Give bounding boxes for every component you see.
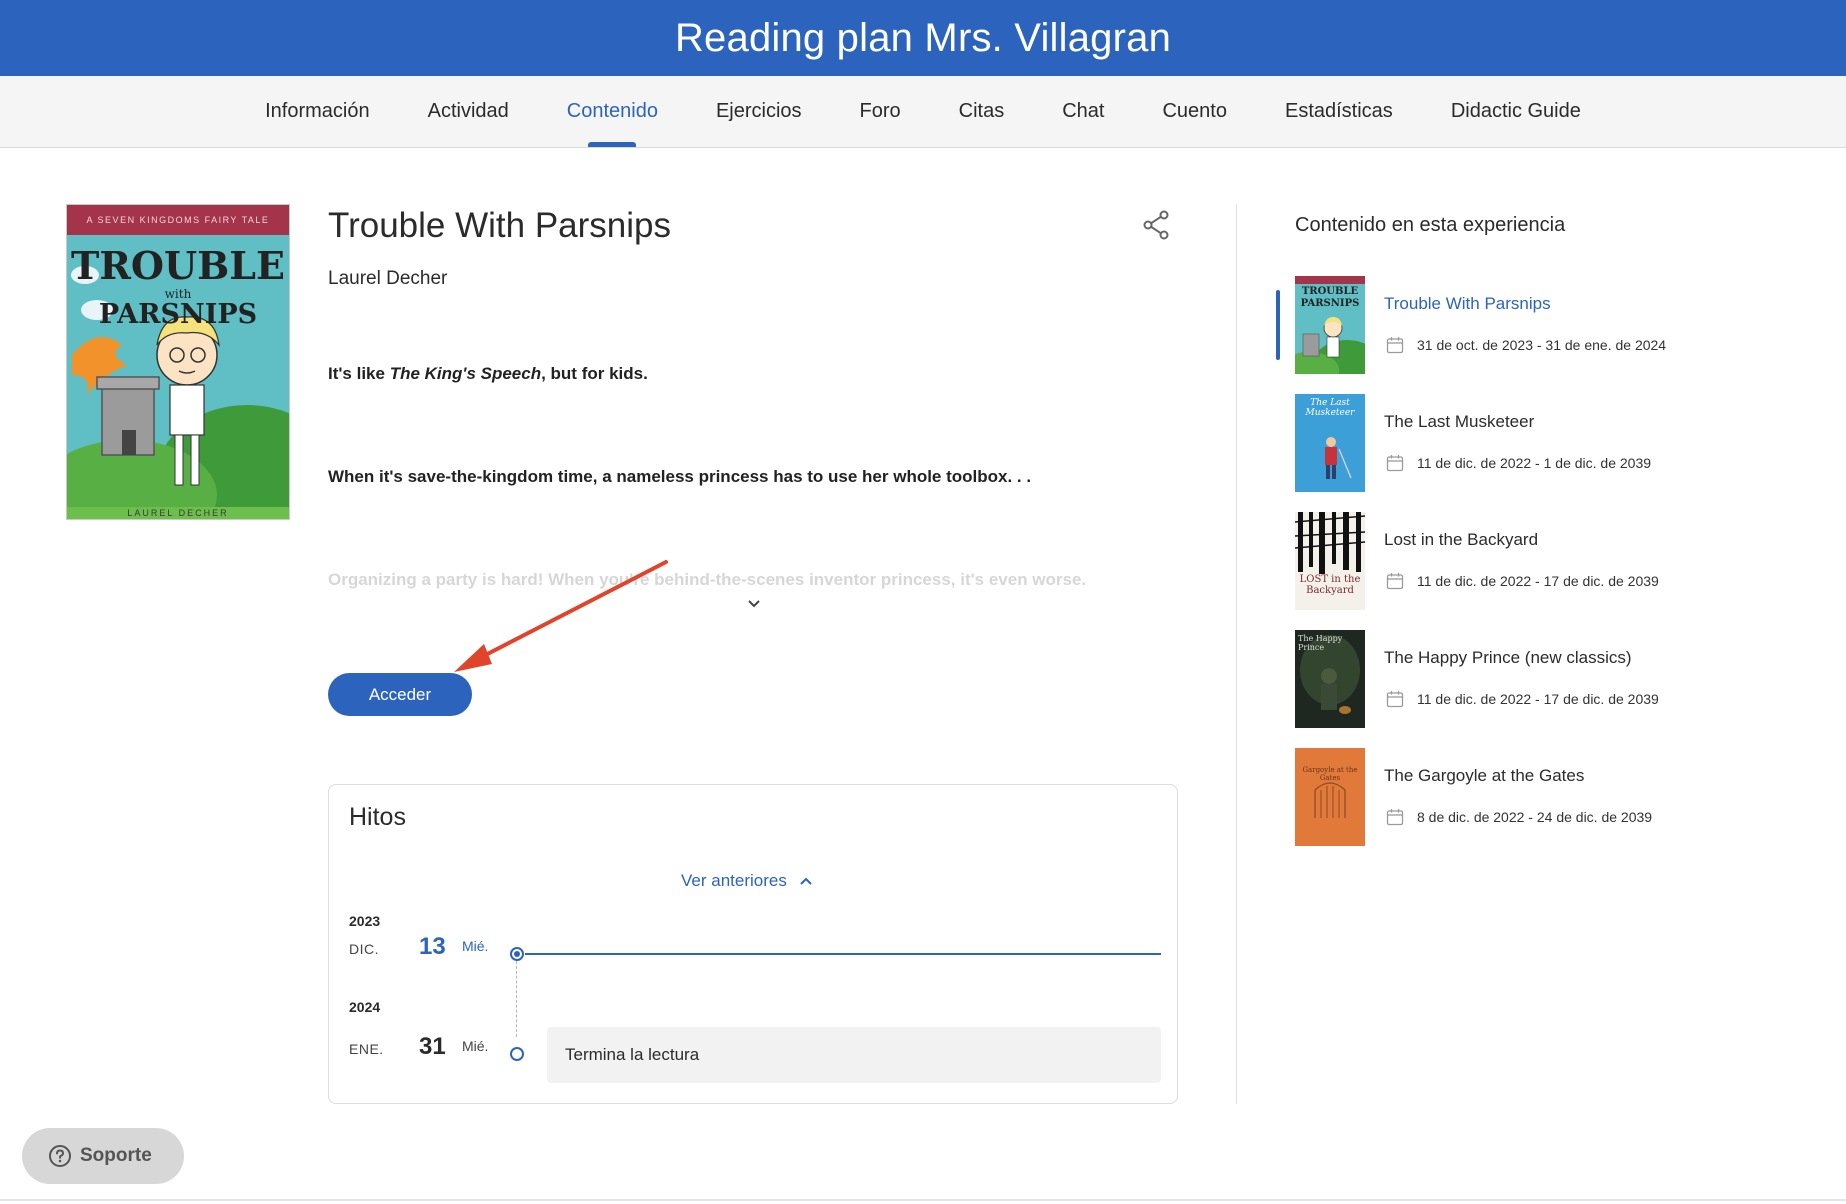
book-author: Laurel Decher (328, 268, 448, 289)
milestones-card: Hitos Ver anteriores 2023 DIC. 13 Mié. 2… (328, 784, 1178, 1104)
book-description-line-2: When it's save-the-kingdom time, a namel… (328, 467, 1032, 486)
tab-informacion[interactable]: Información (236, 76, 399, 147)
calendar-icon (1386, 809, 1404, 826)
thumbnail-title: The Last Musketeer (1305, 398, 1355, 418)
milestone-month: ENE. (349, 1041, 384, 1057)
content-item-title: Lost in the Backyard (1384, 530, 1539, 549)
content-thumbnail: The Last Musketeer (1295, 394, 1365, 492)
calendar-icon (1386, 573, 1404, 590)
sidebar-title: Contenido en esta experiencia (1295, 214, 1566, 236)
thumbnail-title: Gargoyle at the Gates (1302, 766, 1358, 782)
tab-cuento[interactable]: Cuento (1133, 76, 1256, 147)
content-item-dates: 8 de dic. de 2022 - 24 de dic. de 2039 (1417, 809, 1653, 825)
support-label: Soporte (80, 1145, 152, 1166)
active-indicator (1276, 290, 1280, 360)
show-previous-link[interactable]: Ver anteriores (681, 871, 813, 891)
content-thumbnail: LOST in the Backyard (1295, 512, 1365, 610)
content-item-dates: 31 de oct. de 2023 - 31 de ene. de 2024 (1417, 337, 1667, 353)
milestone-day: 31 (419, 1033, 446, 1060)
content-item-dates: 11 de dic. de 2022 - 17 de dic. de 2039 (1417, 573, 1659, 589)
milestone-current-marker (510, 947, 524, 961)
content-item-dates: 11 de dic. de 2022 - 1 de dic. de 2039 (1417, 455, 1652, 471)
support-button[interactable]: Soporte (22, 1128, 184, 1184)
content-item-title: The Last Musketeer (1384, 412, 1535, 431)
tab-didactic-guide[interactable]: Didactic Guide (1422, 76, 1610, 147)
timeline-current-line (525, 953, 1161, 955)
timeline-connector (516, 961, 517, 1037)
help-icon (49, 1145, 71, 1167)
tab-ejercicios[interactable]: Ejercicios (687, 76, 831, 147)
content-item-title: Trouble With Parsnips (1384, 294, 1551, 313)
milestone-month: DIC. (349, 941, 379, 957)
access-button[interactable]: Acceder (328, 673, 472, 716)
milestone-weekday: Mié. (462, 938, 489, 954)
content-item-lost-in-the-backyard[interactable]: LOST in the Backyard Lost in the Backyar… (1276, 512, 1716, 630)
cover-title-line1: TROUBLE (71, 243, 285, 288)
milestone-day: 13 (419, 933, 446, 960)
tab-foro[interactable]: Foro (831, 76, 930, 147)
book-cover: A SEVEN KINGDOMS FAIRY TALE TROUBLE with… (66, 204, 290, 520)
column-divider (1236, 204, 1237, 1104)
book-description-line-1: It's like The King's Speech, but for kid… (328, 364, 648, 383)
content-item-trouble-with-parsnips[interactable]: TROUBLE PARSNIPS Trouble With Parsnips 3… (1276, 276, 1716, 394)
thumbnail-title: TROUBLE PARSNIPS (1300, 286, 1360, 309)
calendar-icon (1386, 455, 1404, 472)
content-list: TROUBLE PARSNIPS Trouble With Parsnips 3… (1276, 276, 1716, 866)
tab-estadisticas[interactable]: Estadísticas (1256, 76, 1422, 147)
milestones-title: Hitos (349, 803, 406, 831)
app-header: Reading plan Mrs. Villagran (0, 0, 1846, 76)
milestone-weekday: Mié. (462, 1038, 489, 1054)
page-title: Reading plan Mrs. Villagran (674, 15, 1172, 60)
thumbnail-title: LOST in the Backyard (1299, 574, 1361, 596)
content-thumbnail: The Happy Prince (1295, 630, 1365, 728)
content-item-the-gargoyle-at-the-gates[interactable]: Gargoyle at the Gates The Gargoyle at th… (1276, 748, 1716, 866)
book-thumbnail-icon (1314, 782, 1346, 818)
content-item-title: The Gargoyle at the Gates (1384, 766, 1585, 785)
milestone-year: 2024 (349, 999, 381, 1015)
calendar-icon (1386, 691, 1404, 708)
cover-author: LAUREL DECHER (67, 507, 289, 519)
tab-citas[interactable]: Citas (930, 76, 1034, 147)
tab-contenido[interactable]: Contenido (538, 76, 687, 147)
cover-title-line2: PARSNIPS (98, 299, 258, 330)
milestone-event[interactable]: Termina la lectura (547, 1027, 1161, 1083)
share-icon[interactable] (1142, 210, 1170, 240)
calendar-icon (1386, 337, 1404, 354)
book-title: Trouble With Parsnips (328, 206, 671, 245)
thumbnail-title: The Happy Prince (1298, 634, 1343, 652)
bottom-divider (0, 1199, 1846, 1201)
chevron-up-icon (800, 877, 812, 885)
milestone-year: 2023 (349, 913, 381, 929)
content-item-dates: 11 de dic. de 2022 - 17 de dic. de 2039 (1417, 691, 1659, 707)
content-thumbnail: TROUBLE PARSNIPS (1295, 276, 1365, 374)
content-item-title: The Happy Prince (new classics) (1384, 648, 1632, 667)
milestone-marker (510, 1047, 524, 1061)
annotation-arrow-icon (454, 560, 668, 672)
tab-chat[interactable]: Chat (1033, 76, 1133, 147)
content-item-the-last-musketeer[interactable]: The Last Musketeer The Last Musketeer 11… (1276, 394, 1716, 512)
tab-actividad[interactable]: Actividad (399, 76, 538, 147)
content-item-the-happy-prince[interactable]: The Happy Prince The Happy Prince (new c… (1276, 630, 1716, 748)
content-thumbnail: Gargoyle at the Gates (1295, 748, 1365, 846)
show-previous-label: Ver anteriores (681, 871, 787, 890)
chevron-down-icon[interactable] (744, 594, 764, 614)
tab-bar: Información Actividad Contenido Ejercici… (0, 76, 1846, 148)
